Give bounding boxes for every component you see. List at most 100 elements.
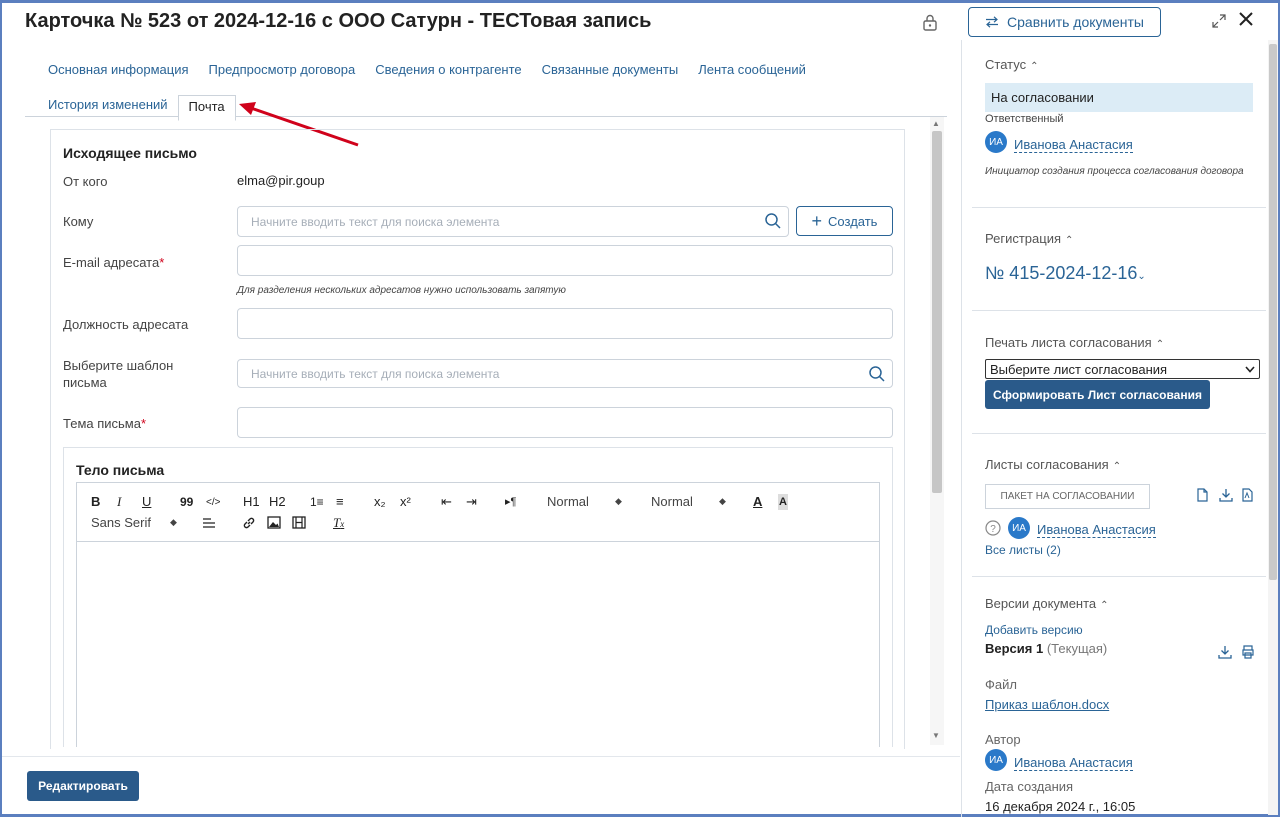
approval-sheet-select[interactable]: Выберите лист согласования — [985, 359, 1260, 379]
author-name[interactable]: Иванова Анастасия — [1014, 755, 1133, 771]
version-label: Версия 1 (Текущая) — [985, 641, 1108, 656]
status-heading[interactable]: Статус ⌃ — [985, 57, 1039, 72]
sidebar-divider — [972, 207, 1266, 208]
tab-message-feed[interactable]: Лента сообщений — [698, 62, 806, 77]
sheets-heading[interactable]: Листы согласования ⌃ — [985, 457, 1121, 472]
search-icon[interactable] — [868, 365, 886, 383]
svg-text:?: ? — [990, 524, 996, 535]
size-select[interactable]: Normal ◆ — [547, 494, 627, 509]
outdent-button[interactable]: ⇤ — [441, 494, 452, 510]
h1-button[interactable]: H1 — [243, 494, 260, 510]
body-editor[interactable] — [76, 541, 880, 747]
generate-sheet-button[interactable]: Сформировать Лист согласования — [985, 380, 1210, 409]
from-label: От кого — [63, 174, 108, 189]
responsible-label: Ответственный — [985, 113, 1064, 125]
body-title: Тело письма — [76, 462, 165, 478]
file-link[interactable]: Приказ шаблон.docx — [985, 697, 1109, 712]
package-field[interactable]: ПАКЕТ НА СОГЛАСОВАНИИ — [985, 484, 1150, 509]
indent-button[interactable]: ⇥ — [466, 494, 477, 510]
italic-button[interactable]: I — [117, 494, 121, 510]
video-icon[interactable] — [292, 516, 306, 529]
chevron-down-icon: ⌄ — [1137, 271, 1146, 282]
text-color-icon[interactable]: A — [753, 494, 762, 510]
template-placeholder: Начните вводить текст для поиска элемент… — [251, 366, 500, 381]
link-icon[interactable] — [242, 516, 256, 530]
created-label: Дата создания — [985, 779, 1074, 794]
bullet-list-button[interactable]: ≡ — [336, 494, 344, 510]
to-search-input[interactable]: Начните вводить текст для поиска элемент… — [237, 206, 789, 237]
subject-field[interactable] — [237, 407, 893, 438]
text-direction-button[interactable]: ▸¶ — [505, 494, 516, 510]
tab-contract-preview[interactable]: Предпросмотр договора — [209, 62, 356, 77]
subscript-button[interactable]: x₂ — [374, 494, 386, 510]
lock-icon[interactable] — [921, 13, 939, 31]
subject-label: Тема письма* — [63, 416, 147, 431]
quote-button[interactable]: 99 — [180, 494, 193, 510]
code-button[interactable]: </> — [206, 495, 220, 511]
sidebar-divider — [972, 310, 1266, 311]
tab-main-info[interactable]: Основная информация — [48, 62, 189, 77]
compare-documents-button[interactable]: Сравнить документы — [968, 7, 1161, 37]
background-color-icon[interactable]: A — [778, 494, 788, 510]
sidebar-scrollbar-thumb[interactable] — [1269, 44, 1277, 580]
section-title: Исходящее письмо — [63, 145, 197, 161]
editor-toolbar — [76, 482, 880, 542]
bold-button[interactable]: B — [91, 494, 100, 510]
tab-mail[interactable]: Почта — [177, 95, 236, 121]
underline-button[interactable]: U — [142, 494, 151, 510]
help-icon[interactable]: ? — [985, 520, 1001, 536]
file-label: Файл — [985, 677, 1017, 692]
header-select[interactable]: Normal ◆ — [651, 494, 731, 509]
align-icon[interactable] — [202, 517, 216, 529]
to-label: Кому — [63, 214, 94, 229]
position-field[interactable] — [237, 308, 893, 339]
font-select[interactable]: Sans Serif ◆ — [91, 515, 181, 530]
scroll-down-icon[interactable]: ▼ — [932, 731, 940, 740]
print-heading[interactable]: Печать листа согласования ⌃ — [985, 335, 1164, 350]
clear-format-icon[interactable]: Tx — [333, 515, 344, 532]
chevron-up-icon: ⌃ — [1155, 339, 1165, 350]
avatar: ИА — [985, 131, 1007, 153]
h2-button[interactable]: H2 — [269, 494, 286, 510]
edit-button[interactable]: Редактировать — [27, 771, 139, 801]
template-search-input[interactable]: Начните вводить текст для поиска элемент… — [237, 359, 893, 388]
scroll-up-icon[interactable]: ▲ — [932, 119, 940, 128]
chevron-up-icon: ⌃ — [1030, 61, 1039, 72]
registration-heading[interactable]: Регистрация ⌃ — [985, 231, 1073, 246]
registration-number[interactable]: № 415-2024-12-16⌄ — [985, 263, 1146, 284]
sidebar-divider — [972, 576, 1266, 577]
document-icon[interactable] — [1195, 488, 1209, 502]
tab-counterparty[interactable]: Сведения о контрагенте — [375, 62, 521, 77]
create-button[interactable]: + Создать — [796, 206, 893, 236]
responsible-name[interactable]: Иванова Анастасия — [1014, 137, 1133, 153]
chevron-up-icon: ⌃ — [1112, 461, 1122, 472]
tab-history[interactable]: История изменений — [48, 97, 168, 118]
ordered-list-button[interactable]: 1≡ — [310, 494, 324, 510]
to-placeholder: Начните вводить текст для поиска элемент… — [251, 214, 500, 229]
add-version-link[interactable]: Добавить версию — [985, 623, 1083, 637]
page-title: Карточка № 523 от 2024-12-16 с ООО Сатур… — [25, 10, 652, 32]
superscript-button[interactable]: x² — [400, 494, 411, 510]
main-scrollbar-thumb[interactable] — [932, 131, 942, 493]
pdf-icon[interactable] — [1240, 488, 1254, 502]
image-icon[interactable] — [267, 516, 281, 529]
swap-arrows-icon — [986, 16, 999, 28]
print-icon[interactable] — [1241, 645, 1255, 659]
author-label: Автор — [985, 732, 1021, 747]
chevron-up-icon: ⌃ — [1100, 600, 1109, 611]
expand-icon[interactable] — [1212, 14, 1226, 28]
all-sheets-link[interactable]: Все листы (2) — [985, 543, 1061, 557]
download-icon[interactable] — [1218, 645, 1232, 659]
email-hint: Для разделения нескольких адресатов нужн… — [237, 285, 566, 296]
versions-heading[interactable]: Версии документа ⌃ — [985, 596, 1109, 611]
tabs-row-2: История изменений Почта — [48, 92, 236, 121]
close-icon[interactable] — [1237, 10, 1255, 28]
footer-divider — [2, 756, 960, 757]
email-field[interactable] — [237, 245, 893, 276]
tab-related-docs[interactable]: Связанные документы — [542, 62, 679, 77]
chevron-up-icon: ⌃ — [1065, 235, 1074, 246]
sheets-person[interactable]: Иванова Анастасия — [1037, 522, 1156, 538]
download-icon[interactable] — [1219, 488, 1233, 502]
compare-documents-label: Сравнить документы — [1007, 14, 1144, 30]
search-icon[interactable] — [764, 212, 782, 230]
